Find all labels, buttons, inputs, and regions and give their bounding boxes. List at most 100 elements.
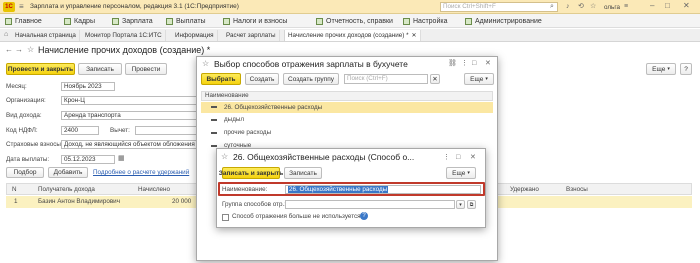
settings-icon[interactable]: ≡ — [624, 3, 628, 11]
modal2-maximize-icon[interactable]: □ — [456, 154, 460, 162]
more-button-label: Еще — [652, 65, 666, 73]
modal1-more-label: Еще — [470, 75, 484, 83]
post-button[interactable]: Провести — [125, 63, 167, 75]
tab-payroll[interactable]: Расчет зарплаты — [223, 30, 280, 41]
menu-main[interactable]: Главное — [5, 14, 42, 28]
org-label: Организация: — [6, 97, 46, 104]
deduction-field[interactable] — [135, 126, 197, 135]
modal2-chevron-icon: ▾ — [467, 170, 470, 176]
modal2-more-icon[interactable]: ⋮ — [443, 154, 450, 162]
col-accrued: Начислено — [138, 186, 171, 193]
menu-settings[interactable]: Настройка — [403, 14, 447, 28]
modal1-search-clear[interactable]: ✕ — [430, 74, 440, 84]
calendar-icon[interactable]: ▦ — [118, 155, 125, 163]
help-icon[interactable]: ? — [360, 212, 368, 220]
tab-payroll-label: Расчет зарплаты — [226, 32, 276, 39]
home-icon[interactable]: ⌂ — [4, 31, 8, 39]
modal1-maximize-icon[interactable]: □ — [472, 60, 476, 68]
add-button[interactable]: Добавить — [48, 167, 88, 178]
save-and-close-button[interactable]: Записать и закрыть — [219, 167, 283, 179]
minimize-icon[interactable]: – — [650, 2, 654, 10]
maximize-icon[interactable]: □ — [665, 2, 670, 10]
insurance-field[interactable]: Доход, не являющийся объектом обложения — [61, 140, 197, 149]
modal2-save-button[interactable]: Записать — [284, 167, 322, 179]
menu-hr-icon — [64, 17, 71, 25]
group-field[interactable] — [285, 200, 455, 209]
tab-other-income[interactable]: Начисление прочих доходов (создание) * ✕ — [284, 30, 421, 41]
modal1-more-icon[interactable]: ⋮ — [461, 60, 468, 68]
modal1-search-input[interactable]: Поиск (Ctrl+F) — [344, 74, 428, 84]
group-open-button[interactable]: ⧉ — [467, 200, 476, 209]
modal2-title: 26. Общехозяйственные расходы (Способ о.… — [233, 152, 415, 162]
doc-title: Начисление прочих доходов (создание) * — [38, 45, 211, 55]
menu-admin[interactable]: Администрирование — [465, 14, 542, 28]
user-name[interactable]: ольга — [604, 4, 620, 11]
ndfl-code-field[interactable]: 2400 — [61, 126, 99, 135]
menu-salary[interactable]: Зарплата — [112, 14, 153, 28]
modal1-chevron-icon: ▾ — [485, 76, 488, 82]
modal1-close-icon[interactable]: ✕ — [485, 60, 491, 68]
search-icon[interactable]: ⌕ — [550, 3, 554, 11]
menu-settings-label: Настройка — [413, 17, 448, 25]
insurance-label: Страховые взносы: — [6, 141, 63, 148]
star-icon[interactable]: ☆ — [590, 3, 596, 11]
global-search-input[interactable]: Поиск Ctrl+Shift+F — [440, 2, 558, 12]
row-n: 1 — [14, 198, 18, 205]
help-button[interactable]: ? — [680, 63, 692, 75]
select-button[interactable]: Подбор — [6, 167, 44, 178]
list-item-label: 26. Общехозяйственные расходы — [224, 104, 323, 111]
tab-close-icon[interactable]: ✕ — [412, 32, 417, 39]
name-field[interactable]: 26. Общехозяйственные расходы — [285, 185, 481, 194]
modal2-more-label: Еще — [452, 169, 466, 177]
menu-admin-label: Администрирование — [475, 17, 542, 25]
col-contributions: Взносы — [566, 186, 588, 193]
menu-icon[interactable]: ≡ — [19, 3, 24, 11]
menu-taxes[interactable]: Налоги и взносы — [223, 14, 287, 28]
list-item-label[interactable]: прочие расходы — [224, 129, 271, 136]
favorite-star-icon[interactable]: ☆ — [27, 46, 34, 54]
post-and-close-button[interactable]: Провести и закрыть — [6, 63, 75, 75]
menu-main-icon — [5, 17, 12, 25]
modal1-star-icon[interactable]: ☆ — [202, 60, 209, 68]
close-window-icon[interactable]: ✕ — [683, 2, 690, 10]
col-n: N — [12, 186, 17, 193]
not-used-label[interactable]: Способ отражения больше не используется — [232, 213, 361, 220]
tab-info-label: Информация — [175, 32, 214, 39]
not-used-checkbox[interactable] — [222, 214, 229, 221]
name-label: Наименование: — [222, 186, 268, 193]
tab-home[interactable]: Начальная страница — [12, 30, 80, 41]
choose-button[interactable]: Выбрать — [201, 73, 241, 85]
details-link[interactable]: Подробнее о расчете удержаний — [93, 169, 189, 176]
create-group-button[interactable]: Создать группу — [283, 73, 339, 85]
menu-admin-icon — [465, 17, 472, 25]
more-button[interactable]: Еще ▾ — [646, 63, 676, 75]
back-arrow-icon[interactable]: ← — [5, 46, 13, 54]
modal1-more-button[interactable]: Еще ▾ — [464, 73, 494, 85]
menu-payments[interactable]: Выплаты — [166, 14, 206, 28]
modal1-link-icon[interactable]: ⛓ — [448, 60, 457, 68]
pay-date-field[interactable]: 05.12.2023 — [61, 155, 115, 164]
tab-its-monitor-label: Монитор Портала 1С:ИТС — [85, 32, 162, 39]
org-field[interactable]: Крон-Ц — [61, 96, 197, 105]
group-label: Группа способов отр.: — [222, 201, 286, 208]
create-button[interactable]: Создать — [245, 73, 279, 85]
modal2-star-icon[interactable]: ☆ — [221, 153, 228, 161]
menu-hr[interactable]: Кадры — [64, 14, 95, 28]
income-type-field[interactable]: Аренда транспорта — [61, 111, 197, 120]
month-field[interactable]: Ноябрь 2023 — [61, 82, 115, 91]
tab-its-monitor[interactable]: Монитор Портала 1С:ИТС — [82, 30, 166, 41]
group-dropdown-button[interactable]: ▾ — [456, 200, 465, 209]
menu-salary-icon — [112, 17, 119, 25]
save-button[interactable]: Записать — [78, 63, 122, 75]
menu-reports[interactable]: Отчетность, справки — [316, 14, 393, 28]
list-item-label[interactable]: дыдыл — [224, 116, 244, 123]
menu-payments-icon — [166, 17, 173, 25]
bell-icon[interactable]: ♪ — [566, 3, 570, 11]
forward-arrow-icon[interactable]: → — [15, 46, 23, 54]
modal2-more-button[interactable]: Еще ▾ — [446, 167, 476, 179]
chevron-down-icon: ▾ — [667, 66, 670, 72]
col-recipient: Получатель дохода — [38, 186, 95, 193]
modal2-close-icon[interactable]: ✕ — [470, 154, 476, 162]
history-icon[interactable]: ⟲ — [578, 3, 584, 11]
tab-info[interactable]: Информация — [172, 30, 218, 41]
